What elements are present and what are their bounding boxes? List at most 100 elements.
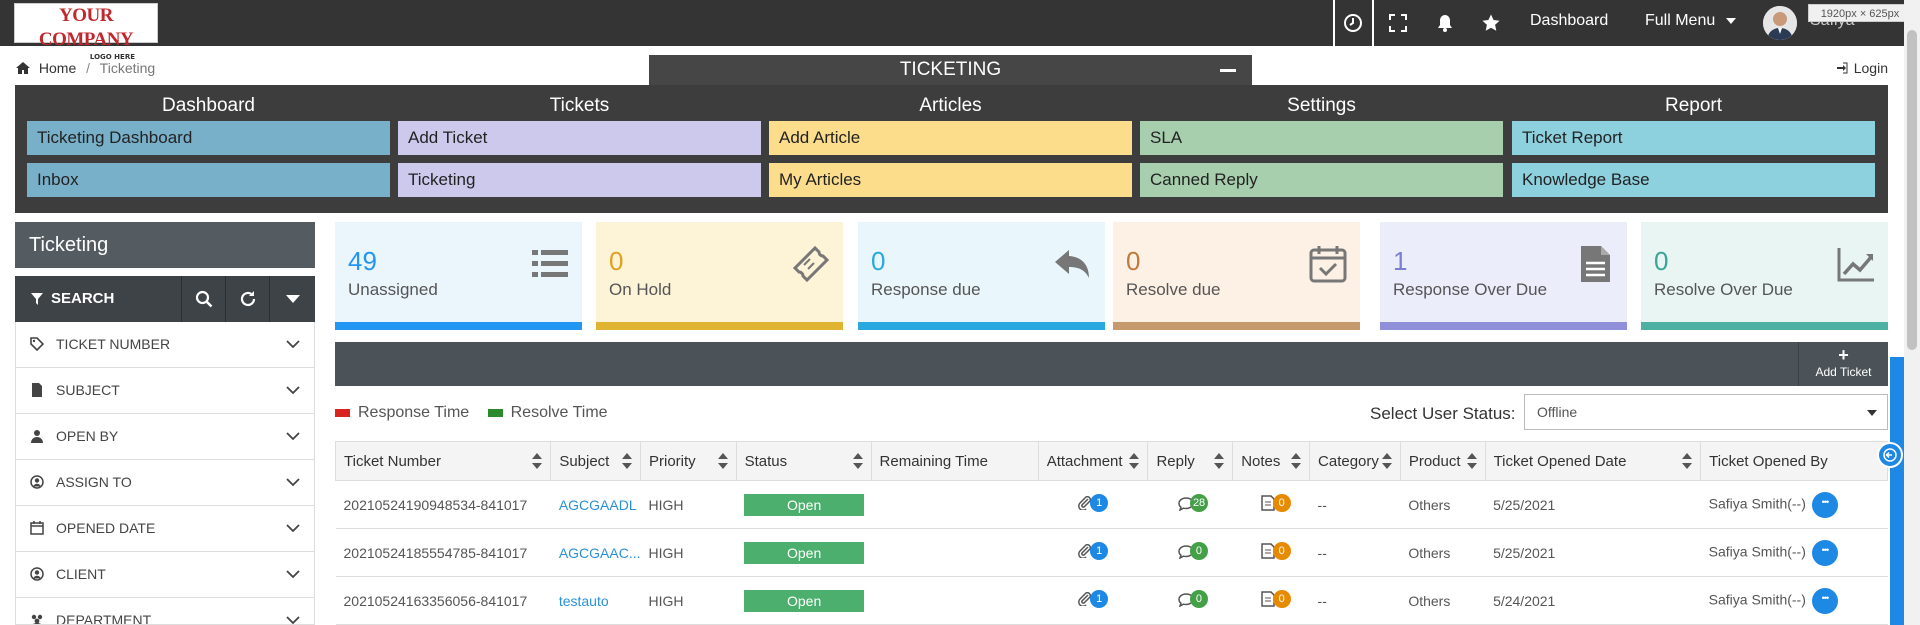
table-row[interactable]: 20210524185554785-841017 AGCGAAC... HIGH… (335, 528, 1888, 577)
cell-notes[interactable]: 0 (1232, 528, 1310, 577)
cell-subject-link[interactable]: testauto (550, 576, 641, 625)
menu-item-ticketing-dashboard[interactable]: Ticketing Dashboard (27, 121, 390, 155)
refresh-button[interactable] (225, 276, 269, 322)
search-label[interactable]: SEARCH (51, 290, 114, 307)
col-ticket-number[interactable]: Ticket Number (334, 441, 552, 481)
stat-card-resolve-over-due[interactable]: 0 Resolve Over Due (1641, 222, 1888, 330)
user-circle-icon (30, 567, 44, 581)
legend-resolve-label: Resolve Time (510, 404, 608, 421)
avatar[interactable] (1763, 6, 1797, 40)
clock-icon[interactable] (1343, 13, 1363, 33)
col-status[interactable]: Status (735, 441, 872, 481)
stat-label: Response due (871, 280, 981, 299)
col-subject[interactable]: Subject (550, 441, 641, 481)
stat-label: On Hold (609, 280, 672, 299)
login-link[interactable]: Login (1836, 60, 1888, 76)
page-scrollbar[interactable] (1904, 0, 1920, 625)
stat-bar (1380, 322, 1627, 330)
opened-by-name: Safiya Smith(--) (1708, 543, 1806, 560)
cell-remaining-time (871, 528, 1039, 577)
stat-card-on-hold[interactable]: 0 On Hold (596, 222, 843, 330)
add-ticket-button[interactable]: + Add Ticket (1798, 342, 1888, 386)
col-attachment[interactable]: Attachment (1037, 441, 1149, 481)
star-icon[interactable] (1481, 13, 1501, 33)
status-badge[interactable]: Open (744, 589, 865, 612)
filter-client[interactable]: CLIENT (15, 552, 315, 598)
menu-item-knowledge-base[interactable]: Knowledge Base (1512, 163, 1875, 197)
cell-opened-date: 5/25/2021 (1485, 480, 1701, 529)
cell-reply[interactable]: 0 (1147, 528, 1233, 577)
filter-assign-to[interactable]: ASSIGN TO (15, 460, 315, 506)
menu-item-my-articles[interactable]: My Articles (769, 163, 1132, 197)
col-opened-date[interactable]: Ticket Opened Date (1484, 441, 1702, 481)
col-reply[interactable]: Reply (1147, 441, 1234, 481)
company-logo[interactable]: YOUR COMPANY LOGO HERE (14, 3, 158, 61)
reply-count: 0 (1189, 590, 1208, 608)
cell-ticket-number: 20210524163356056-841017 (335, 576, 551, 625)
cell-reply[interactable]: 28 (1147, 480, 1233, 529)
table-row[interactable]: 20210524163356056-841017 testauto HIGH O… (335, 576, 1888, 625)
menu-item-ticketing[interactable]: Ticketing (398, 163, 761, 197)
cell-notes[interactable]: 0 (1232, 576, 1310, 625)
cell-reply[interactable]: 0 (1147, 576, 1233, 625)
sort-icon (622, 453, 632, 469)
breadcrumb-current: Ticketing (99, 60, 156, 76)
cell-notes[interactable]: 0 (1232, 480, 1310, 529)
legend-swatch-resolve (487, 408, 503, 417)
menu-item-add-article[interactable]: Add Article (769, 121, 1132, 155)
col-notes[interactable]: Notes (1232, 441, 1311, 481)
stat-value: 49 (348, 246, 377, 276)
col-category[interactable]: Category (1309, 441, 1401, 481)
search-button[interactable] (181, 276, 225, 322)
filter-open-by[interactable]: OPEN BY (15, 414, 315, 460)
filter-department[interactable]: DEPARTMENT (15, 598, 315, 625)
row-actions-button[interactable] (1811, 587, 1838, 614)
attachment-count: 1 (1090, 494, 1109, 512)
dimension-tag: 1920px × 625px (1808, 4, 1912, 22)
header-label: Remaining Time (879, 452, 988, 470)
bell-icon[interactable] (1435, 13, 1455, 33)
cell-attachment[interactable]: 1 (1038, 528, 1148, 577)
sidebar-title: Ticketing (15, 222, 315, 268)
filter-opened-date[interactable]: OPENED DATE (15, 506, 315, 552)
full-menu-dropdown[interactable]: Full Menu (1645, 12, 1736, 30)
plus-icon: + (1838, 345, 1849, 365)
cell-subject-link[interactable]: AGCGAAC... (550, 528, 641, 577)
status-badge[interactable]: Open (744, 493, 865, 516)
col-priority[interactable]: Priority (640, 441, 737, 481)
header-label: Ticket Opened Date (1493, 452, 1627, 470)
cell-attachment[interactable]: 1 (1038, 576, 1148, 625)
topbar-dashboard-link[interactable]: Dashboard (1530, 12, 1608, 30)
row-actions-button[interactable] (1811, 491, 1838, 518)
menu-item-ticket-report[interactable]: Ticket Report (1512, 121, 1875, 155)
filter-ticket-number[interactable]: TICKET NUMBER (15, 322, 315, 368)
user-status-select[interactable]: Offline (1524, 394, 1888, 430)
side-panel-toggle[interactable] (1877, 442, 1903, 468)
opened-by-name: Safiya Smith(--) (1708, 591, 1806, 608)
search-options-toggle[interactable] (269, 276, 313, 322)
collapse-minus-icon[interactable] (1220, 69, 1236, 72)
cell-attachment[interactable]: 1 (1038, 480, 1148, 529)
filter-label: OPEN BY (56, 428, 119, 444)
stat-card-resolve-due[interactable]: 0 Resolve due (1113, 222, 1360, 330)
stat-card-response-due[interactable]: 0 Response due (858, 222, 1105, 330)
col-product[interactable]: Product (1399, 441, 1486, 481)
menu-item-sla[interactable]: SLA (1140, 121, 1503, 155)
cell-subject-link[interactable]: AGCGAADL (550, 480, 641, 529)
table-row[interactable]: 20210524190948534-841017 AGCGAADL HIGH O… (335, 480, 1888, 529)
menu-item-add-ticket[interactable]: Add Ticket (398, 121, 761, 155)
row-actions-button[interactable] (1811, 539, 1838, 566)
stat-card-unassigned[interactable]: 49 Unassigned (335, 222, 582, 330)
menu-heading: Dashboard (162, 95, 255, 116)
filter-subject[interactable]: SUBJECT (15, 368, 315, 414)
menu-item-inbox[interactable]: Inbox (27, 163, 390, 197)
menu-item-canned-reply[interactable]: Canned Reply (1140, 163, 1503, 197)
full-menu-label: Full Menu (1645, 12, 1716, 29)
status-badge[interactable]: Open (744, 541, 865, 564)
stat-card-response-over-due[interactable]: 1 Response Over Due (1380, 222, 1627, 330)
side-panel-tab[interactable] (1890, 357, 1904, 625)
chevron-down-icon (286, 340, 300, 349)
breadcrumb-home[interactable]: Home (39, 60, 76, 76)
scrollbar-thumb[interactable] (1907, 30, 1917, 350)
fullscreen-icon[interactable] (1388, 13, 1408, 33)
